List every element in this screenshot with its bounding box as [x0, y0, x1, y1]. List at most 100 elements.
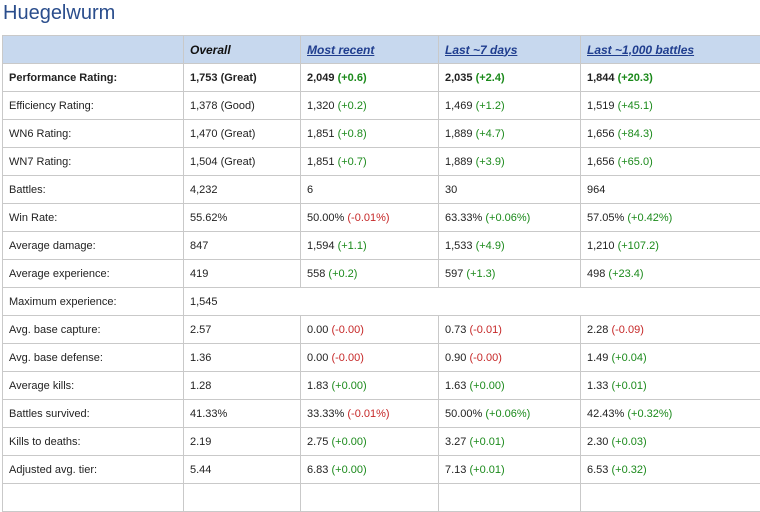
value-cell: 1.28	[184, 372, 301, 400]
delta-positive: (+0.32)	[611, 464, 646, 476]
delta-positive: (+0.06%)	[485, 408, 530, 420]
value-text: 1,545	[190, 296, 218, 308]
value-text: 2,035	[445, 72, 473, 84]
delta-positive: (+4.7)	[476, 128, 505, 140]
delta-positive: (+20.3)	[618, 72, 653, 84]
value-text: 2.57	[190, 324, 211, 336]
value-text: 1,519	[587, 100, 615, 112]
value-text: 1,851	[307, 128, 335, 140]
value-text: 2.19	[190, 436, 211, 448]
last-1000-battles-link[interactable]: Last ~1,000 battles	[587, 43, 694, 57]
row-label: WN6 Rating:	[3, 120, 184, 148]
row-label: Average damage:	[3, 232, 184, 260]
stats-table: Overall Most recent Last ~7 days Last ~1…	[2, 35, 760, 512]
value-cell: 1.63 (+0.00)	[439, 372, 581, 400]
value-cell: 419	[184, 260, 301, 288]
header-last-7-days[interactable]: Last ~7 days	[439, 36, 581, 64]
value-text: 1.33	[587, 380, 608, 392]
value-cell: 7.13 (+0.01)	[439, 456, 581, 484]
value-text: 1,753 (Great)	[190, 72, 257, 84]
delta-positive: (+3.9)	[476, 156, 505, 168]
row-label: Battles survived:	[3, 400, 184, 428]
last-7-days-link[interactable]: Last ~7 days	[445, 43, 517, 57]
value-cell: 33.33% (-0.01%)	[301, 400, 439, 428]
delta-positive: (+0.01)	[469, 436, 504, 448]
delta-positive: (+0.42%)	[627, 212, 672, 224]
value-cell: 4,232	[184, 176, 301, 204]
value-text: 1,533	[445, 240, 473, 252]
value-text: 1,320	[307, 100, 335, 112]
value-cell: 1,594 (+1.1)	[301, 232, 439, 260]
value-text: 6	[307, 184, 313, 196]
table-row: Win Rate:55.62%50.00% (-0.01%)63.33% (+0…	[3, 204, 760, 232]
value-text: 4,232	[190, 184, 218, 196]
delta-positive: (+4.9)	[476, 240, 505, 252]
value-cell: 57.05% (+0.42%)	[581, 204, 760, 232]
value-cell: 597 (+1.3)	[439, 260, 581, 288]
value-cell: 50.00% (+0.06%)	[439, 400, 581, 428]
row-label	[3, 484, 184, 512]
row-label: Kills to deaths:	[3, 428, 184, 456]
value-cell: 1,753 (Great)	[184, 64, 301, 92]
delta-negative: (-0.00)	[469, 352, 501, 364]
value-text: 42.43%	[587, 408, 624, 420]
table-row: Adjusted avg. tier:5.446.83 (+0.00)7.13 …	[3, 456, 760, 484]
value-text: 7.13	[445, 464, 466, 476]
value-cell: 0.00 (-0.00)	[301, 344, 439, 372]
value-cell: 1,378 (Good)	[184, 92, 301, 120]
value-cell: 6.83 (+0.00)	[301, 456, 439, 484]
row-label: Maximum experience:	[3, 288, 184, 316]
value-cell: 1.83 (+0.00)	[301, 372, 439, 400]
value-cell: 2.75 (+0.00)	[301, 428, 439, 456]
value-cell: 558 (+0.2)	[301, 260, 439, 288]
value-cell: 0.73 (-0.01)	[439, 316, 581, 344]
empty-cell	[301, 484, 439, 512]
table-header-row: Overall Most recent Last ~7 days Last ~1…	[3, 36, 760, 64]
delta-positive: (+0.8)	[338, 128, 367, 140]
delta-positive: (+1.1)	[338, 240, 367, 252]
header-label-column	[3, 36, 184, 64]
value-cell: 1,470 (Great)	[184, 120, 301, 148]
value-text: 2.30	[587, 436, 608, 448]
delta-positive: (+107.2)	[618, 240, 659, 252]
delta-positive: (+0.7)	[338, 156, 367, 168]
delta-positive: (+0.01)	[469, 464, 504, 476]
row-label: Avg. base capture:	[3, 316, 184, 344]
header-overall-label: Overall	[190, 43, 231, 57]
value-text: 1,378 (Good)	[190, 100, 255, 112]
value-text: 964	[587, 184, 605, 196]
value-cell: 41.33%	[184, 400, 301, 428]
row-label: Win Rate:	[3, 204, 184, 232]
most-recent-link[interactable]: Most recent	[307, 43, 374, 57]
delta-negative: (-0.09)	[611, 324, 643, 336]
value-cell: 6	[301, 176, 439, 204]
value-cell: 847	[184, 232, 301, 260]
row-label: WN7 Rating:	[3, 148, 184, 176]
value-text: 1,210	[587, 240, 615, 252]
value-text: 558	[307, 268, 325, 280]
table-row: Avg. base capture: 2.57 0.00 (-0.00)0.73 (…	[3, 316, 760, 344]
value-cell: 3.27 (+0.01)	[439, 428, 581, 456]
value-cell: 1,504 (Great)	[184, 148, 301, 176]
header-last-1000-battles[interactable]: Last ~1,000 battles	[581, 36, 760, 64]
page-title: Huegelwurm	[3, 2, 115, 25]
delta-positive: (+1.3)	[466, 268, 495, 280]
delta-positive: (+0.2)	[338, 100, 367, 112]
value-text: 2,049	[307, 72, 335, 84]
value-text: 30	[445, 184, 457, 196]
value-text: 3.27	[445, 436, 466, 448]
delta-positive: (+0.00)	[331, 380, 366, 392]
value-cell: 1,519 (+45.1)	[581, 92, 760, 120]
table-row: Average kills:1.281.83 (+0.00)1.63 (+0.0…	[3, 372, 760, 400]
value-text: 6.53	[587, 464, 608, 476]
value-cell: 1.36	[184, 344, 301, 372]
value-cell: 0.00 (-0.00)	[301, 316, 439, 344]
delta-negative: (-0.01)	[469, 324, 501, 336]
row-label: Efficiency Rating:	[3, 92, 184, 120]
header-most-recent[interactable]: Most recent	[301, 36, 439, 64]
delta-negative: (-0.01%)	[347, 212, 389, 224]
value-text: 6.83	[307, 464, 328, 476]
value-text: 63.33%	[445, 212, 482, 224]
delta-positive: (+65.0)	[618, 156, 653, 168]
value-text: 0.00	[307, 352, 328, 364]
